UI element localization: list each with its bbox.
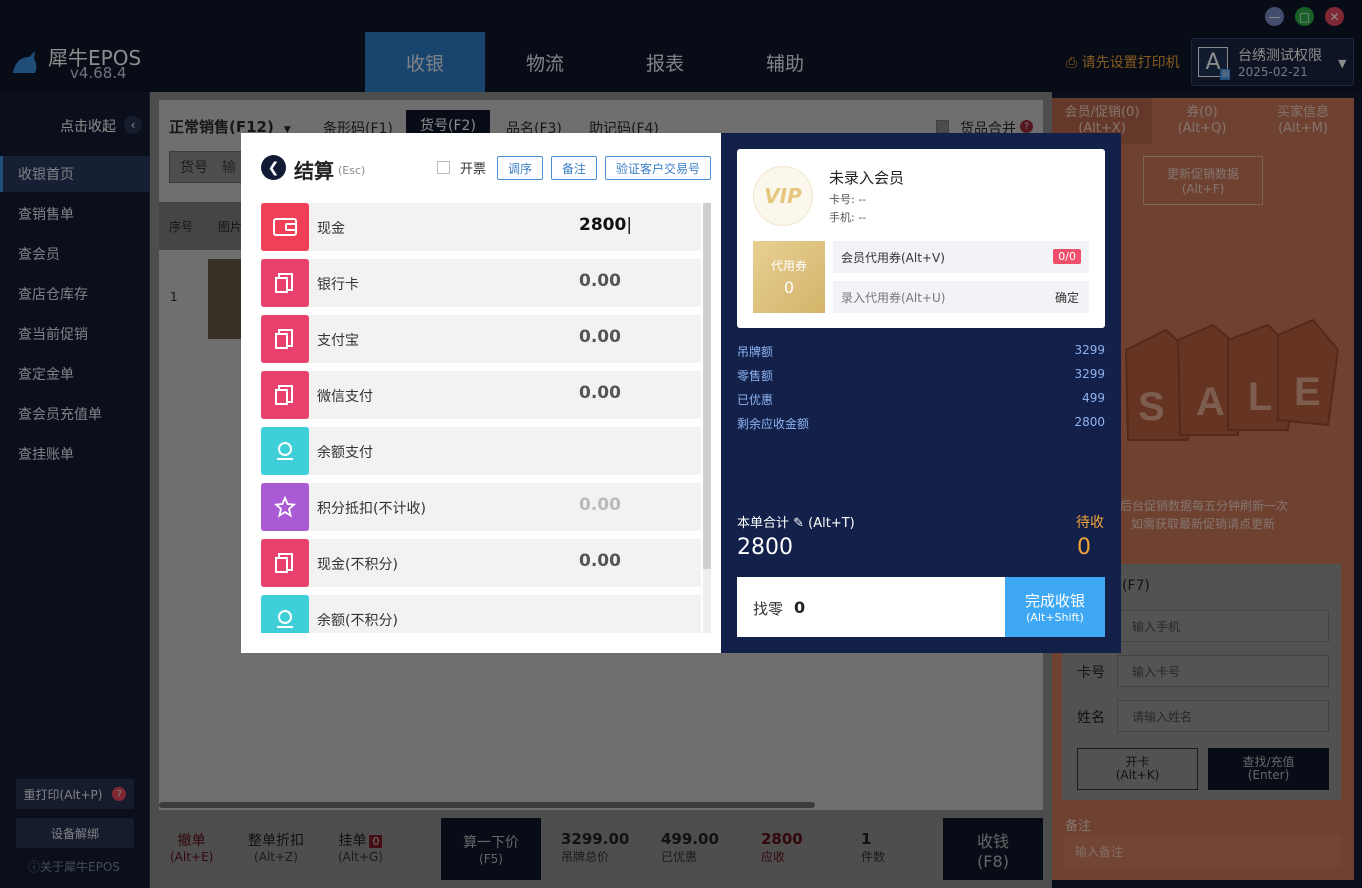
- modal-title: 结算: [294, 159, 334, 183]
- summary-row: 剩余应收金额 2800: [737, 415, 1105, 431]
- scrollbar-thumb[interactable]: [703, 203, 711, 569]
- complete-shortcut: (Alt+Shift): [1026, 611, 1084, 624]
- order-total-value: 2800: [737, 535, 793, 560]
- payment-row-bankcard[interactable]: 银行卡 0.00: [261, 259, 701, 307]
- star-icon: [261, 483, 309, 531]
- payment-scrollbar[interactable]: [703, 203, 711, 633]
- member-voucher-label: 会员代用券(Alt+V): [841, 251, 945, 265]
- payment-amount[interactable]: 0.00: [579, 383, 621, 403]
- member-phone: 手机: --: [829, 211, 867, 224]
- payment-row-balance-nopoints[interactable]: 余额(不积分): [261, 595, 701, 633]
- payment-label: 积分抵扣(不计收): [317, 501, 426, 517]
- payment-row-cash-nopoints[interactable]: 现金(不积分) 0.00: [261, 539, 701, 587]
- payment-label: 现金: [317, 221, 345, 237]
- payment-label: 余额(不积分): [317, 613, 398, 629]
- vip-text: VIP: [764, 184, 802, 208]
- document-icon: [261, 371, 309, 419]
- payment-label: 支付宝: [317, 333, 359, 349]
- text-cursor: |: [626, 215, 633, 235]
- amount-due-label: 待收: [1076, 515, 1104, 531]
- member-voucher-row[interactable]: 会员代用券(Alt+V) 0/0: [833, 241, 1089, 273]
- payment-label: 余额支付: [317, 445, 373, 461]
- member-voucher-badge: 0/0: [1053, 249, 1081, 264]
- voucher-label: 代用券: [770, 259, 807, 273]
- change-label: 找零: [753, 600, 784, 618]
- remark-button[interactable]: 备注: [551, 156, 597, 180]
- esc-hint: (Esc): [338, 164, 366, 177]
- document-icon: [261, 259, 309, 307]
- voucher-card[interactable]: 代用券 0: [753, 241, 825, 313]
- payment-row-alipay[interactable]: 支付宝 0.00: [261, 315, 701, 363]
- summary-label: 吊牌额: [737, 345, 774, 359]
- voucher-count: 0: [783, 278, 795, 297]
- chevron-left-icon: ❮: [267, 159, 280, 176]
- change-value: 0: [794, 598, 806, 617]
- amount-due-value: 0: [1077, 535, 1091, 560]
- payment-label: 微信支付: [317, 389, 373, 405]
- summary-value: 2800: [1074, 415, 1105, 429]
- payment-row-wechat[interactable]: 微信支付 0.00: [261, 371, 701, 419]
- reorder-button[interactable]: 调序: [497, 156, 543, 180]
- summary-value: 499: [1082, 391, 1105, 405]
- payment-amount[interactable]: 0.00: [579, 327, 621, 347]
- summary-row: 已优惠 499: [737, 391, 1105, 407]
- summary-row: 吊牌额 3299: [737, 343, 1105, 359]
- complete-checkout-button[interactable]: 完成收银 (Alt+Shift): [1005, 577, 1105, 637]
- enter-voucher-input[interactable]: 录入代用券(Alt+U): [841, 289, 945, 306]
- payment-row-balance[interactable]: 余额支付: [261, 427, 701, 475]
- invoice-label: 开票: [460, 162, 487, 177]
- vip-icon: VIP: [753, 166, 813, 226]
- balance-icon: [261, 427, 309, 475]
- wallet-icon: [261, 203, 309, 251]
- enter-voucher-row[interactable]: 录入代用券(Alt+U) 确定: [833, 281, 1089, 313]
- invoice-checkbox[interactable]: [437, 161, 450, 174]
- summary-label: 已优惠: [737, 393, 774, 407]
- payment-label: 现金(不积分): [317, 557, 398, 573]
- confirm-voucher-button[interactable]: 确定: [1055, 289, 1079, 306]
- payment-amount-input[interactable]: 2800|: [579, 215, 632, 235]
- summary-label: 剩余应收金额: [737, 417, 810, 431]
- member-card-no: 卡号: --: [829, 193, 867, 206]
- payment-amount[interactable]: 0.00: [579, 271, 621, 291]
- payment-row-cash[interactable]: 现金 2800|: [261, 203, 701, 251]
- order-total-label[interactable]: 本单合计 ✎ (Alt+T): [737, 512, 855, 531]
- verify-transaction-button[interactable]: 验证客户交易号: [605, 156, 711, 180]
- back-button[interactable]: ❮: [261, 155, 286, 180]
- balance-icon: [261, 595, 309, 633]
- summary-value: 3299: [1074, 343, 1105, 357]
- summary-label: 零售额: [737, 369, 774, 383]
- member-name: 未录入会员: [829, 169, 905, 187]
- summary-row: 零售额 3299: [737, 367, 1105, 383]
- payment-amount-value: 2800: [579, 215, 627, 235]
- payment-list: 现金 2800| 银行卡 0.00 支付宝 0.00 微信支付 0.00 余额支…: [241, 203, 711, 633]
- document-icon: [261, 539, 309, 587]
- payment-amount[interactable]: 0.00: [579, 495, 621, 515]
- summary-value: 3299: [1074, 367, 1105, 381]
- document-icon: [261, 315, 309, 363]
- payment-row-points[interactable]: 积分抵扣(不计收) 0.00: [261, 483, 701, 531]
- payment-label: 银行卡: [317, 277, 359, 293]
- complete-label: 完成收银: [1024, 592, 1085, 610]
- payment-amount[interactable]: 0.00: [579, 551, 621, 571]
